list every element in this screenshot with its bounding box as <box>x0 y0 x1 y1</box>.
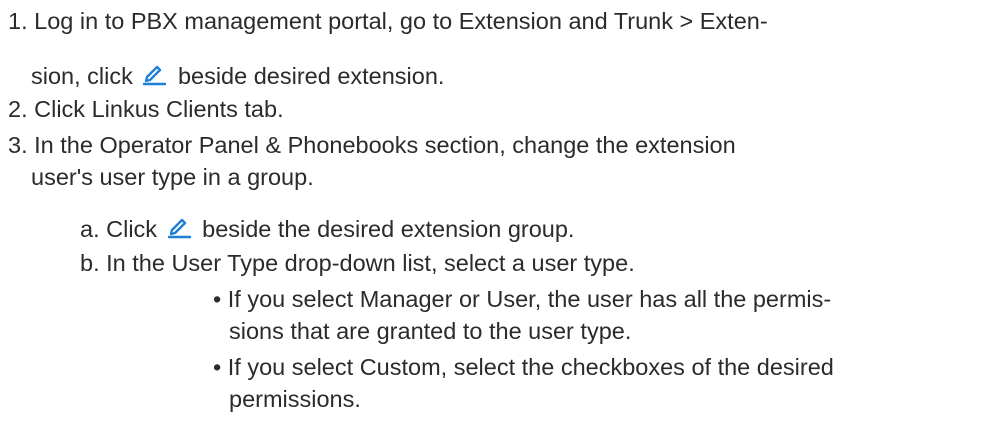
bullet-2-text: If you select Custom, select the checkbo… <box>227 354 834 380</box>
bullet-2-line-1: • If you select Custom, select the check… <box>213 354 834 381</box>
step-3-text: In the Operator Panel & Phonebooks secti… <box>34 132 736 158</box>
bullet-1-text: If you select Manager or User, the user … <box>227 286 832 312</box>
step-1-number: 1. <box>8 8 28 34</box>
instruction-document: 1. Log in to PBX management portal, go t… <box>0 0 995 437</box>
step-3-text-continued: user's user type in a group. <box>31 164 314 190</box>
pencil-edit-icon <box>166 213 192 239</box>
step-3-line-1: 3. In the Operator Panel & Phonebooks se… <box>8 132 736 159</box>
step-1-text-after-icon: beside desired extension. <box>177 63 445 89</box>
bullet-1-marker: • <box>213 286 222 312</box>
step-1-text-before-icon: sion, click <box>31 63 133 89</box>
bullet-2-line-2: permissions. <box>229 386 361 413</box>
substep-b-line: b. In the User Type drop-down list, sele… <box>80 250 635 277</box>
pencil-edit-icon <box>141 60 167 86</box>
substep-a-line: a. Click beside the desired extension gr… <box>80 213 574 243</box>
step-2-text: Click Linkus Clients tab. <box>34 96 284 122</box>
step-1-text: Log in to PBX management portal, go to E… <box>34 8 768 34</box>
substep-a-letter: a. <box>80 216 100 242</box>
step-2-line: 2. Click Linkus Clients tab. <box>8 96 284 123</box>
substep-a-text-before-icon: Click <box>106 216 158 242</box>
bullet-1-line-1: • If you select Manager or User, the use… <box>213 286 831 313</box>
substep-b-text: In the User Type drop-down list, select … <box>106 250 635 276</box>
bullet-2-marker: • <box>213 354 222 380</box>
bullet-1-line-2: sions that are granted to the user type. <box>229 318 631 345</box>
step-1-line-1: 1. Log in to PBX management portal, go t… <box>8 8 768 35</box>
substep-b-letter: b. <box>80 250 100 276</box>
bullet-2-text-continued: permissions. <box>229 386 361 412</box>
bullet-1-text-continued: sions that are granted to the user type. <box>229 318 632 344</box>
step-3-number: 3. <box>8 132 28 158</box>
step-1-line-2: sion, click beside desired extension. <box>31 60 444 90</box>
step-2-number: 2. <box>8 96 28 122</box>
step-3-line-2: user's user type in a group. <box>31 164 314 191</box>
substep-a-text-after-icon: beside the desired extension group. <box>202 216 575 242</box>
